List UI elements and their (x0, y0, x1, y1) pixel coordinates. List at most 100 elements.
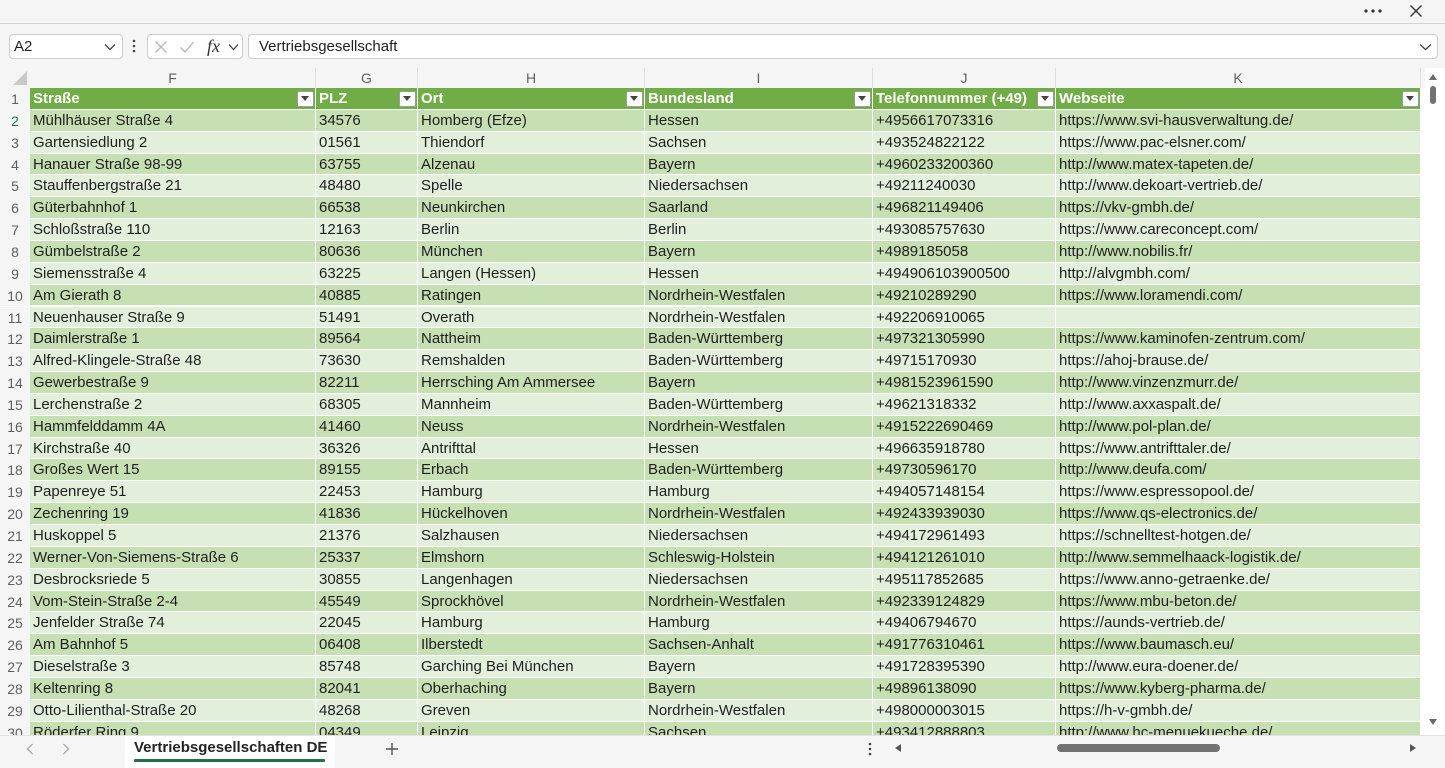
row-header[interactable]: 25 (0, 612, 30, 635)
cell-bundesland[interactable]: Bayern (645, 240, 873, 263)
cell-plz[interactable]: 48480 (316, 175, 418, 198)
cell-bundesland[interactable]: Berlin (645, 219, 873, 241)
horizontal-scrollbar-thumb[interactable] (1057, 744, 1220, 752)
cell-telefon[interactable]: +49715170930 (873, 350, 1056, 373)
cell-strasse[interactable]: Hanauer Straße 98-99 (30, 153, 316, 176)
cell-bundesland[interactable]: Sachsen (645, 721, 873, 735)
vertical-scrollbar-thumb[interactable] (1430, 86, 1436, 104)
column-header-f[interactable]: F (30, 68, 316, 88)
cell-strasse[interactable]: Güterbahnhof 1 (30, 197, 316, 220)
row-header[interactable]: 10 (0, 284, 30, 307)
filter-dropdown-button[interactable] (1402, 91, 1419, 107)
cell-bundesland[interactable]: Baden-Württemberg (645, 393, 873, 416)
header-cell-plz[interactable]: PLZ (316, 88, 418, 110)
cell-bundesland[interactable]: Saarland (645, 197, 873, 220)
cell-plz[interactable]: 63755 (316, 153, 418, 176)
row-header[interactable]: 28 (0, 677, 30, 700)
cell-webseite[interactable]: https://schnelltest-hotgen.de/ (1056, 525, 1421, 547)
filter-dropdown-button[interactable] (297, 91, 314, 107)
row-header[interactable]: 2 (0, 109, 30, 132)
cell-bundesland[interactable]: Niedersachsen (645, 568, 873, 591)
cell-strasse[interactable]: Daimlerstraße 1 (30, 328, 316, 351)
cell-strasse[interactable]: Zechenring 19 (30, 503, 316, 525)
cell-webseite[interactable]: http://alvgmbh.com/ (1056, 262, 1421, 285)
cell-plz[interactable]: 01561 (316, 131, 418, 154)
cell-telefon[interactable]: +492206910065 (873, 306, 1056, 329)
cell-ort[interactable]: Spelle (418, 175, 645, 198)
cell-plz[interactable]: 73630 (316, 350, 418, 373)
cell-webseite[interactable]: https://www.antrifttaler.de/ (1056, 437, 1421, 460)
cell-strasse[interactable]: Gartensiedlung 2 (30, 131, 316, 154)
cell-plz[interactable]: 89564 (316, 328, 418, 351)
cell-bundesland[interactable]: Niedersachsen (645, 525, 873, 547)
cell-strasse[interactable]: Lerchenstraße 2 (30, 393, 316, 416)
vertical-scrollbar[interactable] (1425, 68, 1445, 735)
cell-telefon[interactable]: +49211240030 (873, 175, 1056, 198)
chevron-down-icon[interactable] (104, 43, 116, 51)
cell-webseite[interactable]: https://aunds-vertrieb.de/ (1056, 612, 1421, 635)
cell-webseite[interactable]: https://www.kaminofen-zentrum.com/ (1056, 328, 1421, 351)
chevron-right-icon[interactable] (62, 743, 70, 755)
cell-webseite[interactable]: https://www.svi-hausverwaltung.de/ (1056, 109, 1421, 132)
header-cell-bundesland[interactable]: Bundesland (645, 88, 873, 110)
cell-ort[interactable]: Neunkirchen (418, 197, 645, 220)
cell-plz[interactable]: 63225 (316, 262, 418, 285)
cell-strasse[interactable]: Keltenring 8 (30, 677, 316, 700)
header-cell-telefon[interactable]: Telefonnummer (+49) (873, 88, 1056, 110)
cell-strasse[interactable]: Werner-Von-Siemens-Straße 6 (30, 546, 316, 569)
row-header[interactable]: 17 (0, 437, 30, 460)
cell-bundesland[interactable]: Nordrhein-Westfalen (645, 284, 873, 307)
cell-telefon[interactable]: +491776310461 (873, 634, 1056, 657)
cell-strasse[interactable]: Gümbelstraße 2 (30, 240, 316, 263)
cell-webseite[interactable]: http://www.axxaspalt.de/ (1056, 393, 1421, 416)
cell-plz[interactable]: 22453 (316, 481, 418, 504)
cell-bundesland[interactable]: Hessen (645, 109, 873, 132)
cell-ort[interactable]: Ratingen (418, 284, 645, 307)
row-header[interactable]: 13 (0, 350, 30, 373)
cell-ort[interactable]: Garching Bei München (418, 656, 645, 678)
cell-webseite[interactable]: http://www.semmelhaack-logistik.de/ (1056, 546, 1421, 569)
cell-bundesland[interactable]: Hessen (645, 437, 873, 460)
cell-plz[interactable]: 51491 (316, 306, 418, 329)
cell-ort[interactable]: Antrifttal (418, 437, 645, 460)
cell-strasse[interactable]: Röderfer Ring 9 (30, 721, 316, 735)
chevron-down-icon[interactable] (228, 43, 239, 51)
cell-strasse[interactable]: Jenfelder Straße 74 (30, 612, 316, 635)
cell-bundesland[interactable]: Sachsen (645, 131, 873, 154)
cell-telefon[interactable]: +493085757630 (873, 219, 1056, 241)
name-box[interactable]: A2 (9, 34, 123, 59)
cell-webseite[interactable]: https://www.careconcept.com/ (1056, 219, 1421, 241)
column-header-j[interactable]: J (873, 68, 1056, 88)
cell-ort[interactable]: Langenhagen (418, 568, 645, 591)
cell-telefon[interactable]: +49621318332 (873, 393, 1056, 416)
row-header[interactable]: 26 (0, 634, 30, 657)
cell-strasse[interactable]: Mühlhäuser Straße 4 (30, 109, 316, 132)
cell-bundesland[interactable]: Nordrhein-Westfalen (645, 415, 873, 438)
cell-plz[interactable]: 21376 (316, 525, 418, 547)
cell-webseite[interactable]: https://www.mbu-beton.de/ (1056, 590, 1421, 613)
cell-plz[interactable]: 41836 (316, 503, 418, 525)
column-header-g[interactable]: G (316, 68, 418, 88)
cell-telefon[interactable]: +496635918780 (873, 437, 1056, 460)
cell-telefon[interactable]: +497321305990 (873, 328, 1056, 351)
cell-bundesland[interactable]: Hamburg (645, 481, 873, 504)
cell-telefon[interactable]: +496821149406 (873, 197, 1056, 220)
plus-icon[interactable] (385, 742, 399, 756)
row-header[interactable]: 6 (0, 197, 30, 220)
cell-webseite[interactable]: http://www.vinzenzmurr.de/ (1056, 372, 1421, 394)
cell-plz[interactable]: 85748 (316, 656, 418, 678)
row-header[interactable]: 9 (0, 262, 30, 285)
cell-telefon[interactable]: +4960233200360 (873, 153, 1056, 176)
cell-telefon[interactable]: +494172961493 (873, 525, 1056, 547)
worksheet-grid[interactable]: FGHIJK 1 Straße PLZ Ort Bundesland Telefonnum… (0, 68, 1425, 735)
cell-telefon[interactable]: +498000003015 (873, 699, 1056, 722)
row-header[interactable]: 11 (0, 306, 30, 329)
row-header[interactable]: 16 (0, 415, 30, 438)
cell-ort[interactable]: Salzhausen (418, 525, 645, 547)
row-header[interactable]: 21 (0, 525, 30, 547)
cell-plz[interactable]: 25337 (316, 546, 418, 569)
cell-telefon[interactable]: +492339124829 (873, 590, 1056, 613)
cell-ort[interactable]: Hamburg (418, 612, 645, 635)
filter-dropdown-button[interactable] (399, 91, 416, 107)
cell-strasse[interactable]: Huskoppel 5 (30, 525, 316, 547)
